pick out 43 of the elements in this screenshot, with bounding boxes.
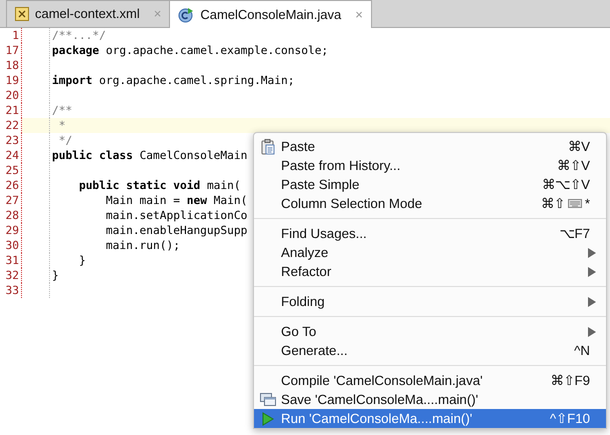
code-comment: /**	[51, 103, 72, 118]
code-line: public class CamelConsoleMain	[51, 148, 248, 163]
menu-item[interactable]: Column Selection Mode ⌘⇧ *	[254, 194, 606, 213]
run-icon	[262, 412, 274, 426]
shortcut-label: ⌘⇧V	[557, 156, 590, 175]
menu-item[interactable]: Analyze	[254, 243, 606, 262]
clipboard-icon	[260, 138, 274, 154]
code-line: import org.apache.camel.spring.Main;	[51, 73, 294, 88]
menu-item[interactable]: Find Usages... ⌥F7	[254, 224, 606, 243]
editor-tab[interactable]: CamelConsoleMain.java ×	[169, 0, 372, 28]
line-number: 22	[0, 118, 22, 133]
menu-item[interactable]: Paste Simple ⌘⌥⇧V	[254, 175, 606, 194]
windows-icon	[260, 393, 276, 406]
shortcut-label: ⌘⇧F9	[550, 372, 590, 390]
editor-tab[interactable]: camel-context.xml ×	[6, 0, 170, 27]
code-comment: */	[58, 133, 72, 148]
menu-item[interactable]: Generate... ^N	[254, 341, 606, 360]
menu-item[interactable]: Paste from History... ⌘⇧V	[254, 156, 606, 175]
menu-item[interactable]: Refactor	[254, 262, 606, 281]
code-line: }	[78, 253, 86, 268]
code-line: Main main = new Main(	[104, 193, 248, 208]
code-line: main.enableHangupSupp	[104, 223, 248, 238]
code-comment: /**...*/	[51, 28, 106, 43]
menu-item[interactable]: Folding	[254, 292, 606, 311]
menu-item[interactable]: Run 'CamelConsoleMa....main()' ^⇧F10	[254, 409, 606, 428]
shortcut-label: ⌘V	[568, 138, 590, 156]
shortcut-label: ^N	[574, 342, 590, 360]
code-line: package org.apache.camel.example.console;	[51, 43, 328, 58]
shortcut-label: ⌘⇧ *	[540, 194, 590, 213]
shortcut-label: ^⇧F10	[550, 410, 590, 428]
code-comment: *	[58, 118, 66, 133]
code-line: main.run();	[104, 238, 180, 253]
code-line: }	[51, 268, 59, 283]
code-line: public static void main(	[78, 178, 241, 193]
menu-item[interactable]: Save 'CamelConsoleMa....main()'	[254, 390, 606, 409]
menu-item[interactable]: Compile 'CamelConsoleMain.java' ⌘⇧F9	[254, 371, 606, 390]
class-file-icon	[178, 6, 194, 22]
shortcut-label: ⌥F7	[559, 224, 590, 243]
code-line: main.setApplicationCo	[104, 208, 248, 223]
menu-item[interactable]: Go To	[254, 322, 606, 341]
shortcut-label: ⌘⌥⇧V	[542, 176, 590, 194]
xml-file-icon	[15, 7, 29, 21]
menu-item[interactable]: Paste ⌘V	[254, 137, 606, 156]
